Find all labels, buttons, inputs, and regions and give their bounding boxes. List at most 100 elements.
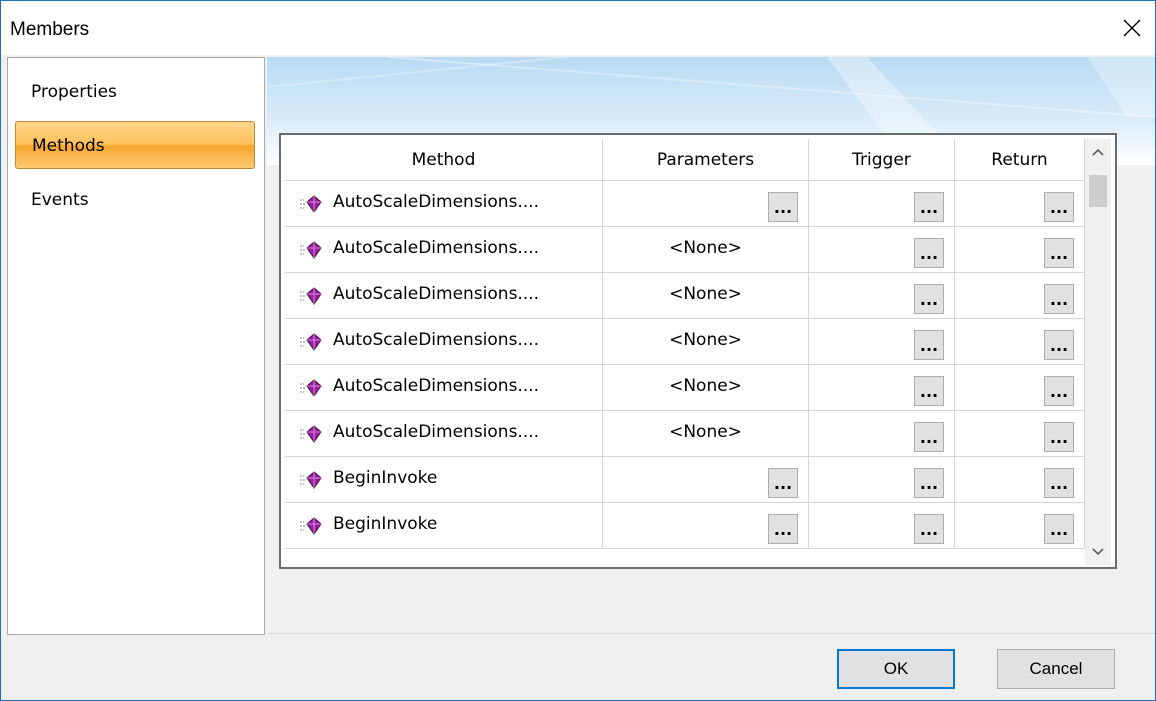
parameters-ellipsis-button[interactable]: ... — [768, 468, 798, 498]
method-cell[interactable]: AutoScaleDimensions.... — [285, 227, 603, 273]
table-row[interactable]: AutoScaleDimensions............. — [285, 181, 1085, 227]
parameters-ellipsis-button[interactable]: ... — [768, 192, 798, 222]
trigger-cell[interactable]: ... — [809, 181, 955, 227]
scroll-thumb[interactable] — [1089, 175, 1107, 207]
table-row[interactable]: BeginInvoke......... — [285, 503, 1085, 549]
return-cell[interactable]: ... — [955, 365, 1085, 411]
return-ellipsis-button[interactable]: ... — [1044, 514, 1074, 544]
trigger-ellipsis-button[interactable]: ... — [914, 514, 944, 544]
return-ellipsis-button[interactable]: ... — [1044, 376, 1074, 406]
close-icon — [1123, 19, 1141, 37]
method-icon — [300, 379, 322, 397]
trigger-ellipsis-button[interactable]: ... — [914, 468, 944, 498]
parameters-ellipsis-button[interactable]: ... — [768, 514, 798, 544]
return-cell[interactable]: ... — [955, 319, 1085, 365]
grid-viewport: Method Parameters Trigger Return AutoSca… — [285, 139, 1085, 565]
trigger-cell[interactable]: ... — [809, 319, 955, 365]
close-button[interactable] — [1109, 1, 1155, 55]
table-row[interactable]: BeginInvoke......... — [285, 457, 1085, 503]
return-cell[interactable]: ... — [955, 457, 1085, 503]
method-name: AutoScaleDimensions.... — [333, 238, 540, 258]
method-name: BeginInvoke — [333, 468, 438, 488]
return-cell[interactable]: ... — [955, 227, 1085, 273]
trigger-cell[interactable]: ... — [809, 273, 955, 319]
trigger-cell[interactable]: ... — [809, 503, 955, 549]
method-icon — [300, 425, 322, 443]
grid-header: Method Parameters Trigger Return — [285, 139, 1085, 181]
method-icon — [300, 471, 322, 489]
method-cell[interactable]: AutoScaleDimensions.... — [285, 365, 603, 411]
return-ellipsis-button[interactable]: ... — [1044, 330, 1074, 360]
ok-button[interactable]: OK — [837, 649, 955, 689]
method-cell[interactable]: AutoScaleDimensions.... — [285, 411, 603, 457]
method-cell[interactable]: BeginInvoke — [285, 457, 603, 503]
trigger-cell[interactable]: ... — [809, 227, 955, 273]
method-cell[interactable]: AutoScaleDimensions.... — [285, 181, 603, 227]
dialog-title: Members — [10, 19, 90, 40]
return-ellipsis-button[interactable]: ... — [1044, 284, 1074, 314]
parameters-cell[interactable]: ... — [603, 503, 809, 549]
header-trigger[interactable]: Trigger — [809, 139, 955, 181]
method-name: AutoScaleDimensions.... — [333, 192, 540, 212]
parameters-cell[interactable]: <None> — [603, 411, 809, 457]
chevron-up-icon — [1092, 148, 1104, 156]
category-list: Properties Methods Events — [7, 57, 265, 635]
method-icon — [300, 333, 322, 351]
methods-grid: Method Parameters Trigger Return AutoSca… — [279, 133, 1117, 569]
title-bar: Members — [1, 1, 1155, 55]
return-ellipsis-button[interactable]: ... — [1044, 422, 1074, 452]
parameters-cell[interactable]: <None> — [603, 227, 809, 273]
parameters-value: <None> — [669, 422, 742, 442]
table-row[interactable]: AutoScaleDimensions.... <None>...... — [285, 273, 1085, 319]
header-parameters[interactable]: Parameters — [603, 139, 809, 181]
parameters-cell[interactable]: ... — [603, 457, 809, 503]
scroll-down-arrow[interactable] — [1085, 539, 1111, 565]
trigger-ellipsis-button[interactable]: ... — [914, 192, 944, 222]
parameters-cell[interactable]: <None> — [603, 273, 809, 319]
return-cell[interactable]: ... — [955, 411, 1085, 457]
return-ellipsis-button[interactable]: ... — [1044, 238, 1074, 268]
return-ellipsis-button[interactable]: ... — [1044, 468, 1074, 498]
sidebar-item-events[interactable]: Events — [15, 176, 255, 224]
method-icon — [300, 517, 322, 535]
header-return[interactable]: Return — [955, 139, 1085, 181]
method-icon — [300, 241, 322, 259]
parameters-value: <None> — [669, 376, 742, 396]
table-row[interactable]: AutoScaleDimensions.... <None>...... — [285, 365, 1085, 411]
return-ellipsis-button[interactable]: ... — [1044, 192, 1074, 222]
trigger-cell[interactable]: ... — [809, 411, 955, 457]
trigger-cell[interactable]: ... — [809, 457, 955, 503]
table-row[interactable]: AutoScaleDimensions.... <None>...... — [285, 319, 1085, 365]
trigger-ellipsis-button[interactable]: ... — [914, 284, 944, 314]
method-name: AutoScaleDimensions.... — [333, 330, 540, 350]
parameters-cell[interactable]: <None> — [603, 319, 809, 365]
return-cell[interactable]: ... — [955, 181, 1085, 227]
method-name: AutoScaleDimensions.... — [333, 376, 540, 396]
vertical-scrollbar[interactable] — [1085, 139, 1111, 565]
trigger-ellipsis-button[interactable]: ... — [914, 422, 944, 452]
sidebar-item-properties[interactable]: Properties — [15, 68, 255, 116]
method-cell[interactable]: BeginInvoke — [285, 503, 603, 549]
method-name: AutoScaleDimensions.... — [333, 422, 540, 442]
return-cell[interactable]: ... — [955, 273, 1085, 319]
trigger-ellipsis-button[interactable]: ... — [914, 330, 944, 360]
table-row[interactable]: AutoScaleDimensions.... <None>...... — [285, 227, 1085, 273]
method-icon — [300, 287, 322, 305]
trigger-ellipsis-button[interactable]: ... — [914, 238, 944, 268]
sidebar-item-methods[interactable]: Methods — [15, 121, 255, 169]
scroll-up-arrow[interactable] — [1085, 139, 1111, 165]
method-cell[interactable]: AutoScaleDimensions.... — [285, 319, 603, 365]
trigger-ellipsis-button[interactable]: ... — [914, 376, 944, 406]
method-cell[interactable]: AutoScaleDimensions.... — [285, 273, 603, 319]
header-method[interactable]: Method — [285, 139, 603, 181]
table-row[interactable]: AutoScaleDimensions.... <None>...... — [285, 411, 1085, 457]
parameters-value: <None> — [669, 238, 742, 258]
trigger-cell[interactable]: ... — [809, 365, 955, 411]
return-cell[interactable]: ... — [955, 503, 1085, 549]
method-icon — [300, 195, 322, 213]
parameters-cell[interactable]: <None> — [603, 365, 809, 411]
method-name: AutoScaleDimensions.... — [333, 284, 540, 304]
parameters-cell[interactable]: ... — [603, 181, 809, 227]
chevron-down-icon — [1092, 548, 1104, 556]
cancel-button[interactable]: Cancel — [997, 649, 1115, 689]
